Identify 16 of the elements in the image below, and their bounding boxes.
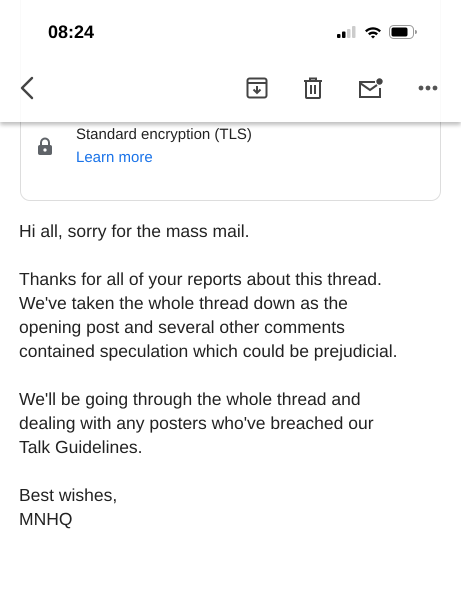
message-paragraph: Thanks for all of your reports about this thread. We've taken the whole thread down as the opening post and several other comments contained speculation which could be prejudicial. [19,268,398,363]
archive-icon[interactable] [246,77,268,99]
message-paragraph: Best wishes, MNHQ [19,484,118,531]
lock-icon [38,137,52,155]
message-paragraph: Hi all, sorry for the mass mail. [19,220,250,243]
message-paragraph: We'll be going through the whole thread and dealing with any posters who've breached our Talk Guidelines. [19,388,375,459]
learn-more-link[interactable]: Learn more [76,149,153,166]
encryption-label: Standard encryption (TLS) [76,126,252,143]
status-time: 08:24 [48,22,94,42]
back-icon[interactable] [20,76,34,100]
wifi-icon [364,26,382,38]
battery-icon [389,25,417,39]
trash-icon[interactable] [303,77,323,99]
unread-mail-icon[interactable] [358,78,383,98]
more-icon[interactable] [418,85,438,91]
signal-icon [337,26,357,38]
